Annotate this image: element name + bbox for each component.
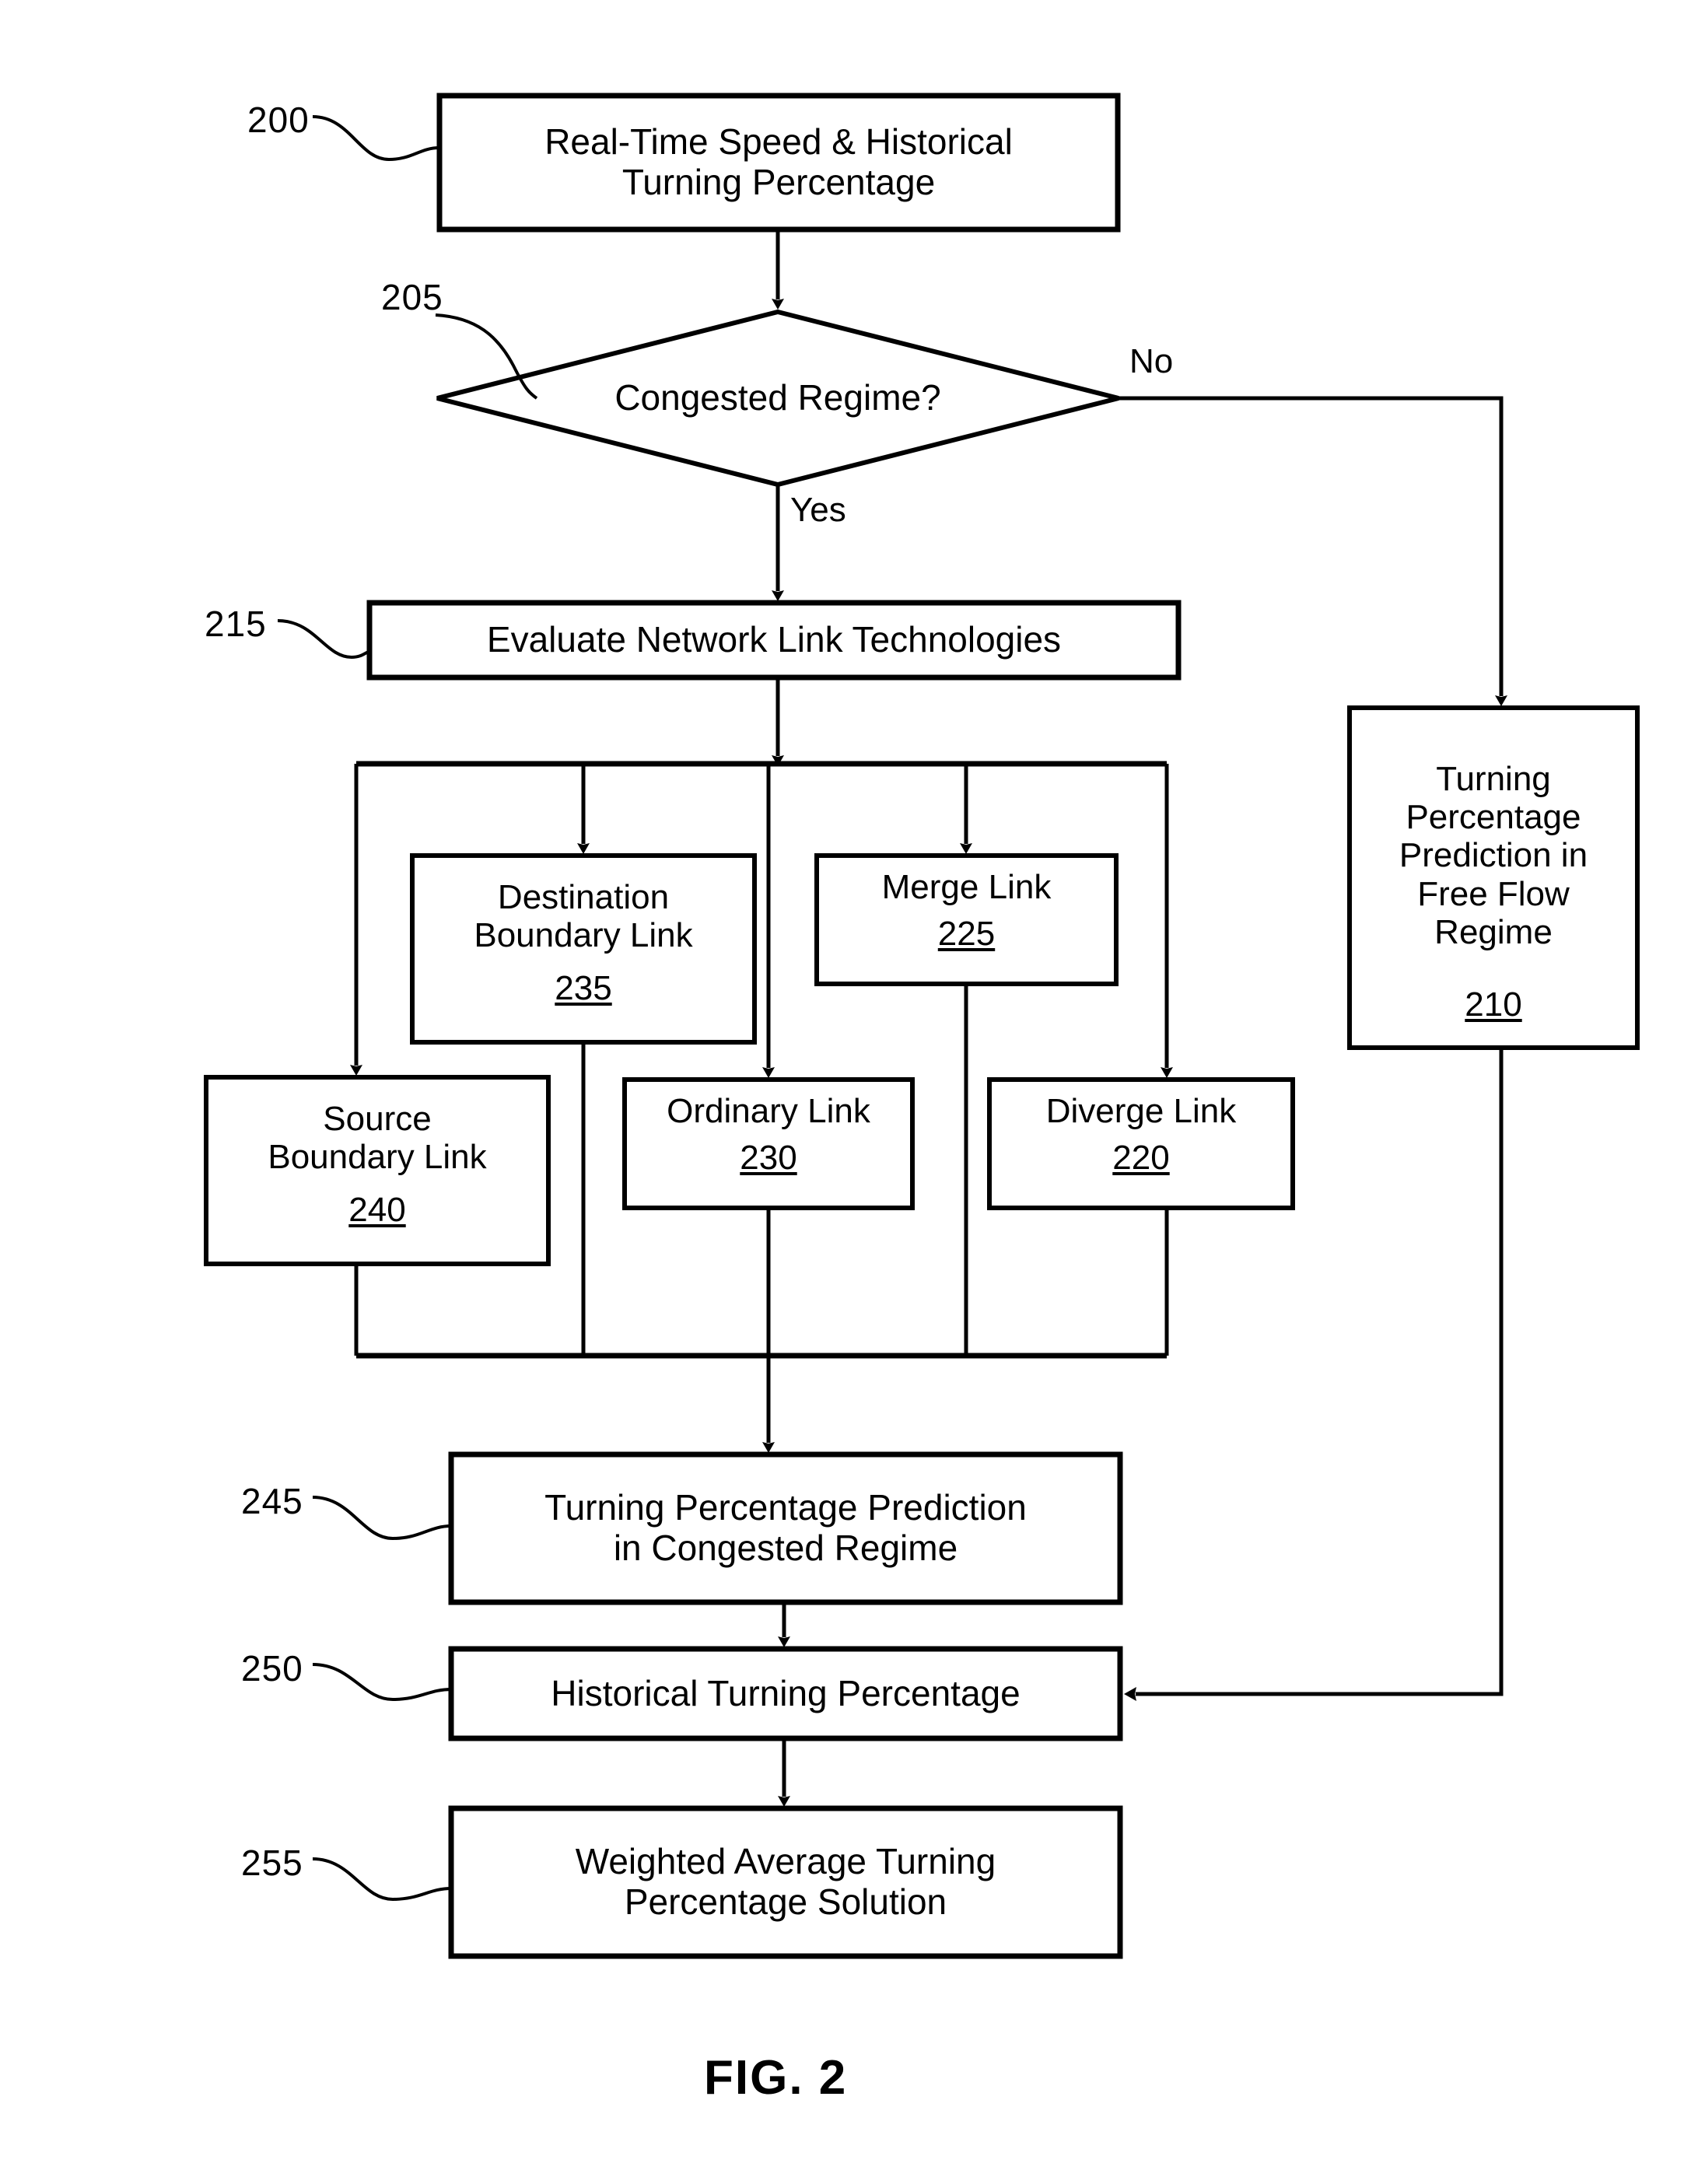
node-245-shape xyxy=(448,1451,1123,1605)
node-240-shape xyxy=(204,1075,551,1266)
node-225-shape xyxy=(814,853,1119,986)
node-235-shape xyxy=(410,853,757,1045)
leader-245 xyxy=(312,1496,452,1541)
node-220-shape xyxy=(987,1077,1295,1210)
ref-number-250: 250 xyxy=(241,1648,303,1689)
patent-figure-page: Real-Time Speed & Historical Turning Per… xyxy=(0,0,1684,2184)
node-255-shape xyxy=(448,1805,1123,1959)
node-230-shape xyxy=(622,1077,915,1210)
node-215-shape xyxy=(366,600,1182,681)
ref-number-245: 245 xyxy=(241,1481,303,1521)
ref-number-255: 255 xyxy=(241,1843,303,1883)
leader-250 xyxy=(312,1663,452,1702)
leader-215 xyxy=(277,619,370,660)
edge-label-no: No xyxy=(1129,342,1174,380)
node-200-shape xyxy=(436,93,1121,233)
ref-number-215: 215 xyxy=(205,604,267,644)
leader-200 xyxy=(312,115,440,162)
ref-number-200: 200 xyxy=(247,100,310,140)
node-210-shape xyxy=(1347,705,1640,1050)
node-250-shape xyxy=(448,1646,1123,1741)
figure-label: FIG. 2 xyxy=(704,2051,848,2105)
node-205-shape xyxy=(436,309,1119,488)
edge-label-yes: Yes xyxy=(790,491,846,529)
leader-255 xyxy=(312,1857,452,1902)
ref-number-205: 205 xyxy=(381,277,443,317)
